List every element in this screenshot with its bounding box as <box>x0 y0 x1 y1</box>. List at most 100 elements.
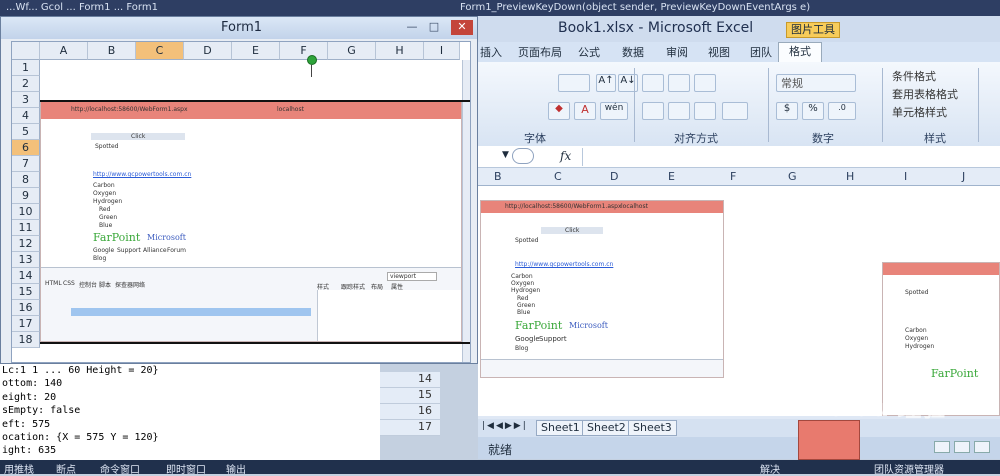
align-top-icon[interactable] <box>642 74 664 92</box>
tab-team[interactable]: 团队 <box>750 44 772 60</box>
tab-formulas[interactable]: 公式 <box>578 44 600 60</box>
row-header[interactable]: 16 <box>12 300 40 316</box>
maximize-button[interactable]: □ <box>425 20 443 35</box>
col-header[interactable]: I <box>904 170 907 183</box>
microsoft-logo: Microsoft <box>569 321 608 330</box>
col-header[interactable]: G <box>788 170 797 183</box>
col-header[interactable]: D <box>184 42 232 60</box>
tab-page-layout[interactable]: 页面布局 <box>518 44 562 60</box>
col-header[interactable]: H <box>376 42 424 60</box>
row-header[interactable]: 15 <box>12 284 40 300</box>
sheet-tab-3[interactable]: Sheet3 <box>628 420 677 436</box>
number-format-dropdown[interactable]: 常规 <box>776 74 856 92</box>
align-left-icon[interactable] <box>642 102 664 120</box>
col-header[interactable]: D <box>610 170 618 183</box>
page-break-view-icon[interactable] <box>974 441 990 453</box>
row-header[interactable]: 13 <box>12 252 40 268</box>
group-number-label: 数字 <box>812 132 834 145</box>
col-header[interactable]: J <box>962 170 965 183</box>
tab-format[interactable]: 格式 <box>778 42 822 62</box>
conditional-format-button[interactable]: 条件格式 <box>892 68 936 84</box>
shrink-font-icon[interactable]: A↓ <box>618 74 638 92</box>
col-header[interactable]: B <box>88 42 136 60</box>
formula-input[interactable] <box>582 148 1000 166</box>
col-header[interactable]: C <box>136 42 184 60</box>
tab-view[interactable]: 视图 <box>708 44 730 60</box>
console-line: sEmpty: false <box>2 405 81 417</box>
zoom-circle-icon[interactable] <box>512 148 534 164</box>
row-header[interactable]: 9 <box>12 188 40 204</box>
browser-bar <box>883 263 999 275</box>
font-name-dropdown[interactable] <box>558 74 590 92</box>
page-layout-view-icon[interactable] <box>954 441 970 453</box>
percent-icon[interactable]: % <box>802 102 824 120</box>
row-header[interactable]: 7 <box>12 156 40 172</box>
format-as-table-button[interactable]: 套用表格格式 <box>892 86 958 102</box>
cell-styles-button[interactable]: 单元格样式 <box>892 104 947 120</box>
tab-data[interactable]: 数据 <box>622 44 644 60</box>
vs-top-bar: ...Wf... Gcol ... Form1 ... Form1 Form1_… <box>0 0 1000 16</box>
align-right-icon[interactable] <box>694 102 716 120</box>
col-header[interactable]: B <box>494 170 502 183</box>
row-header[interactable]: 17 <box>380 420 440 436</box>
row-header[interactable]: 11 <box>12 220 40 236</box>
minimize-button[interactable]: — <box>403 20 421 35</box>
picture-tools-context-tab[interactable]: 图片工具 <box>786 22 840 38</box>
col-header[interactable]: E <box>668 170 675 183</box>
row-header[interactable]: 14 <box>380 372 440 388</box>
excel-grid[interactable]: http://localhost:58600/WebForm1.aspx loc… <box>478 186 1000 416</box>
console-line: eight: 20 <box>2 391 57 403</box>
normal-view-icon[interactable] <box>934 441 950 453</box>
row-header[interactable]: 16 <box>380 404 440 420</box>
logo-text: Google <box>93 247 115 254</box>
row-header[interactable]: 15 <box>380 388 440 404</box>
currency-icon[interactable]: $ <box>776 102 798 120</box>
col-header[interactable]: F <box>280 42 328 60</box>
row-header[interactable]: 5 <box>12 124 40 140</box>
col-header[interactable]: G <box>328 42 376 60</box>
sheet-tab-2[interactable]: Sheet2 <box>582 420 631 436</box>
row-header[interactable]: 4 <box>12 108 40 124</box>
align-bottom-icon[interactable] <box>694 74 716 92</box>
spread-control[interactable]: A B C D E F G H I 1 2 3 4 5 6 7 8 9 10 1… <box>11 41 471 363</box>
row-header[interactable]: 12 <box>12 236 40 252</box>
devtools-tab: 脚本 <box>99 282 112 289</box>
fill-color-icon[interactable]: ◆ <box>548 102 570 120</box>
console-line: Lc:1 1 ... 60 Height = 20} <box>2 365 159 376</box>
row-header[interactable]: 18 <box>12 332 40 348</box>
merge-center-icon[interactable] <box>722 102 748 120</box>
col-header[interactable]: H <box>846 170 854 183</box>
row-header[interactable]: 8 <box>12 172 40 188</box>
grow-font-icon[interactable]: A↑ <box>596 74 616 92</box>
row-header[interactable]: 3 <box>12 92 40 108</box>
embedded-picture[interactable]: http://localhost:58600/WebForm1.aspx loc… <box>40 100 462 342</box>
col-header[interactable]: E <box>232 42 280 60</box>
close-button[interactable]: ✕ <box>451 20 473 35</box>
row-header[interactable]: 6 <box>12 140 40 156</box>
col-header[interactable]: F <box>730 170 736 183</box>
phonetic-icon[interactable]: wén <box>600 102 628 120</box>
ribbon: A↑ A↓ ◆ A wén 字体 对齐方式 常规 $ % .0 数字 条件格式 … <box>478 62 1000 146</box>
align-center-icon[interactable] <box>668 102 690 120</box>
vertical-scrollbar[interactable] <box>462 60 470 362</box>
row-header[interactable]: 17 <box>12 316 40 332</box>
font-color-icon[interactable]: A <box>574 102 596 120</box>
col-header[interactable]: C <box>554 170 562 183</box>
row-header[interactable]: 2 <box>12 76 40 92</box>
embedded-picture[interactable]: http://localhost:58600/WebForm1.aspx loc… <box>480 200 724 378</box>
rotate-handle-icon[interactable] <box>307 55 317 65</box>
row-header[interactable]: 14 <box>12 268 40 284</box>
tab-review[interactable]: 审阅 <box>666 44 688 60</box>
tab-insert[interactable]: 插入 <box>480 44 502 60</box>
namebox-dropdown-icon[interactable]: ▼ <box>502 150 509 160</box>
sheet-nav-arrows-icon[interactable]: |◀◀▶▶| <box>482 421 528 431</box>
fx-button[interactable]: fx <box>560 149 571 163</box>
row-header[interactable]: 10 <box>12 204 40 220</box>
col-header[interactable]: A <box>40 42 88 60</box>
col-header[interactable]: I <box>424 42 460 60</box>
sheet-tab-1[interactable]: Sheet1 <box>536 420 585 436</box>
row-header[interactable]: 1 <box>12 60 40 76</box>
decimal-icon[interactable]: .0 <box>828 102 856 120</box>
align-middle-icon[interactable] <box>668 74 690 92</box>
popup-thumbnail[interactable] <box>798 420 860 460</box>
